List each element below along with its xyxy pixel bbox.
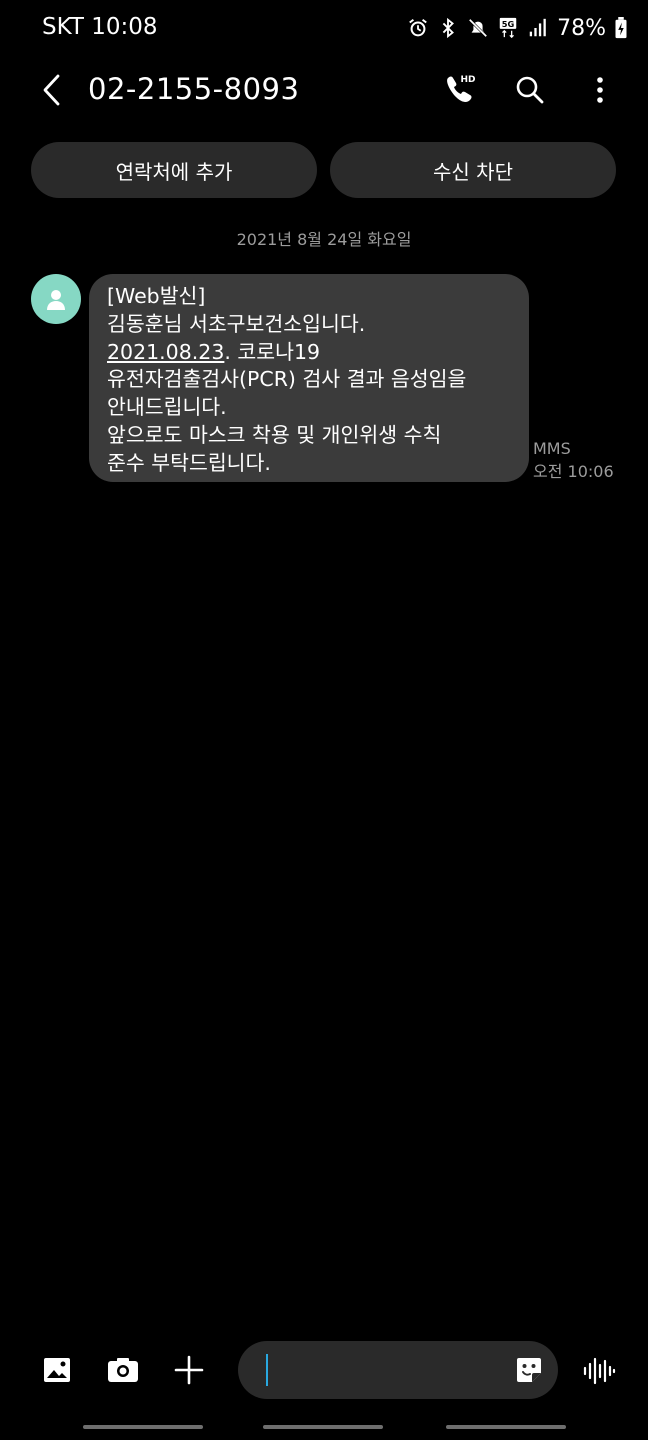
message-bubble[interactable]: [Web발신] 김동훈님 서초구보건소입니다. 2021.08.23. 코로나1… <box>89 274 529 482</box>
voice-icon[interactable] <box>582 1354 616 1388</box>
signal-icon <box>529 18 546 37</box>
gallery-icon[interactable] <box>41 1354 73 1386</box>
status-icons: 5G 78% <box>407 14 628 42</box>
search-icon[interactable] <box>512 72 548 108</box>
alarm-icon <box>409 18 427 37</box>
mute-icon <box>468 18 488 38</box>
date-link[interactable]: 2021.08.23 <box>107 340 224 364</box>
nav-home[interactable] <box>263 1425 383 1429</box>
back-arrow-icon[interactable] <box>38 72 68 108</box>
svg-text:HD: HD <box>460 75 475 85</box>
sticker-icon[interactable] <box>514 1355 544 1385</box>
message-line: 유전자검출검사(PCR) 검사 결과 음성임을 <box>107 367 467 392</box>
nav-recent-apps[interactable] <box>83 1425 203 1429</box>
bluetooth-icon <box>442 17 455 39</box>
text-cursor <box>266 1354 268 1386</box>
message-line: 안내드립니다. <box>107 395 227 420</box>
block-number-button[interactable]: 수신 차단 <box>330 142 616 198</box>
message-line: 김동훈님 서초구보건소입니다. <box>107 311 366 336</box>
message-time: 오전 10:06 <box>533 462 614 481</box>
avatar[interactable] <box>31 274 81 324</box>
status-bar: SKT 10:08 5G 78% <box>0 0 648 56</box>
message-line: [Web발신] <box>107 284 206 308</box>
carrier-time: SKT 10:08 <box>42 14 158 40</box>
message-line: 2021.08.23. 코로나19 <box>107 339 511 367</box>
more-options-icon[interactable] <box>582 72 618 108</box>
hd-call-icon[interactable]: HD <box>442 72 478 108</box>
camera-icon[interactable] <box>107 1354 139 1386</box>
message-line: 앞으로도 마스크 착용 및 개인위생 수칙 <box>107 422 442 447</box>
message-meta: MMS 오전 10:06 <box>533 437 614 483</box>
add-to-contacts-button[interactable]: 연락처에 추가 <box>31 142 317 198</box>
message-input[interactable] <box>238 1341 558 1399</box>
battery-icon <box>615 17 627 39</box>
5g-icon: 5G <box>499 17 517 39</box>
person-icon <box>47 290 65 310</box>
conversation-header: 02-2155-8093 HD <box>0 60 648 120</box>
header-actions: HD <box>442 68 618 112</box>
message-text: . 코로나19 <box>224 339 321 364</box>
nav-back[interactable] <box>446 1425 566 1429</box>
contact-number-title: 02-2155-8093 <box>88 72 300 106</box>
message-type: MMS <box>533 439 571 458</box>
message-line: 준수 부탁드립니다. <box>107 450 271 475</box>
date-separator: 2021년 8월 24일 화요일 <box>236 230 412 249</box>
svg-text:5G: 5G <box>502 19 515 29</box>
battery-percent: 78% <box>557 15 606 41</box>
plus-icon[interactable] <box>173 1354 205 1386</box>
